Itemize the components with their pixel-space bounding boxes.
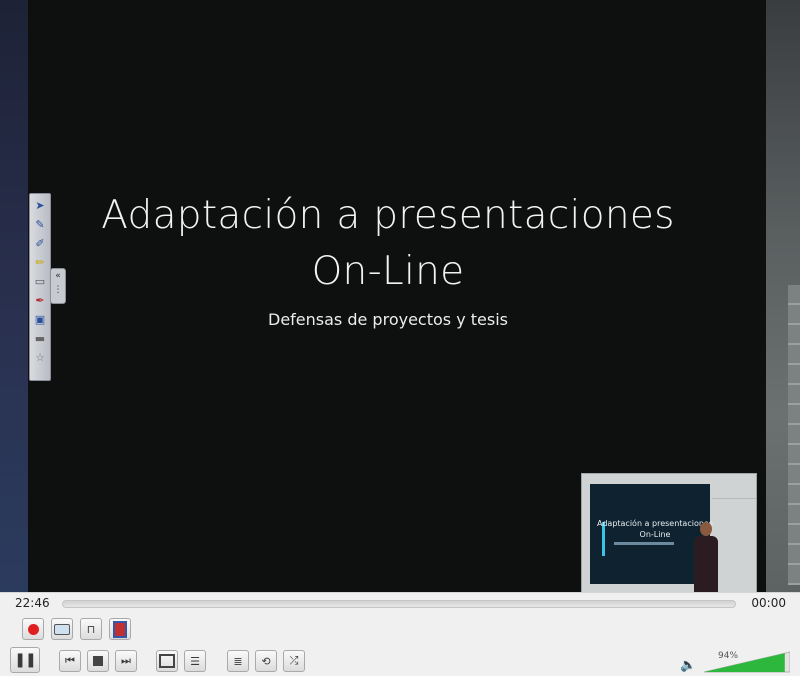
volume-slider[interactable] xyxy=(704,651,790,673)
pip-wall xyxy=(712,498,756,499)
marker-icon[interactable]: ✐ xyxy=(33,237,47,251)
record-icon xyxy=(27,623,39,635)
brush-icon[interactable]: ✒ xyxy=(33,294,47,308)
loop-ab-button[interactable]: ⊓ xyxy=(80,618,102,640)
seek-bar[interactable] xyxy=(62,600,736,608)
stop-button[interactable] xyxy=(87,650,109,672)
shuffle-button[interactable]: ⤮ xyxy=(283,650,305,672)
pen-icon[interactable]: ✎ xyxy=(33,218,47,232)
next-button[interactable]: ⏭ xyxy=(115,650,137,672)
pip-subtitle-blur xyxy=(614,542,674,545)
previous-button[interactable]: ⏮ xyxy=(59,650,81,672)
previous-icon: ⏮ xyxy=(65,654,75,667)
desktop-background-left xyxy=(0,0,28,592)
presenter-body xyxy=(694,536,718,592)
snapshot-icon xyxy=(54,623,70,635)
pause-icon: ❚❚ xyxy=(14,652,36,668)
time-elapsed[interactable]: 22:46 xyxy=(15,596,50,610)
eraser-icon[interactable]: ▭ xyxy=(33,275,47,289)
whiteboard-icon[interactable]: ▣ xyxy=(33,313,47,327)
pointer-icon[interactable]: ➤ xyxy=(33,199,47,213)
slide-title-line1: Adaptación a presentaciones xyxy=(101,193,675,238)
playlist-button[interactable]: ≣ xyxy=(227,650,249,672)
fullscreen-icon xyxy=(159,654,175,668)
time-remaining[interactable]: 00:00 xyxy=(751,596,786,610)
slide-title: Adaptación a presentaciones On-Line xyxy=(28,188,748,300)
next-icon: ⏭ xyxy=(121,654,131,667)
video-area[interactable]: Adaptación a presentaciones On-Line Defe… xyxy=(28,0,766,593)
keyboard-icon[interactable]: ▬ xyxy=(33,332,47,346)
extended-settings-button[interactable]: ☰ xyxy=(184,650,206,672)
frame-step-button[interactable] xyxy=(109,618,131,640)
star-icon[interactable]: ☆ xyxy=(33,351,47,365)
presenter xyxy=(692,522,720,592)
playlist-icon: ≣ xyxy=(233,654,243,668)
highlighter-icon[interactable]: ✏ xyxy=(33,256,47,270)
background-window-edge xyxy=(788,285,800,585)
record-button[interactable] xyxy=(22,618,44,640)
pause-button[interactable]: ❚❚ xyxy=(10,647,40,673)
frame-step-icon xyxy=(113,620,127,638)
loop-ab-icon: ⊓ xyxy=(86,622,96,636)
loop-button[interactable]: ⟲ xyxy=(255,650,277,672)
slide-title-line2: On-Line xyxy=(311,249,465,294)
extended-settings-icon: ☰ xyxy=(190,654,200,668)
loop-icon: ⟲ xyxy=(261,654,271,668)
presenter-head xyxy=(700,522,712,536)
speaker-icon[interactable]: 🔈 xyxy=(680,658,696,673)
toolbar-collapse-handle[interactable]: «⋮ xyxy=(50,268,66,304)
webcam-pip: Adaptación a presentaciones On-Line xyxy=(581,473,757,593)
stop-icon xyxy=(93,656,103,666)
shuffle-icon: ⤮ xyxy=(289,654,299,667)
snapshot-button[interactable] xyxy=(51,618,73,640)
slide-subtitle: Defensas de proyectos y tesis xyxy=(268,310,508,329)
desktop-background-right xyxy=(766,0,800,592)
fullscreen-button[interactable] xyxy=(156,650,178,672)
annotation-toolbar: ➤ ✎ ✐ ✏ ▭ ✒ ▣ ▬ ☆ xyxy=(29,193,51,381)
